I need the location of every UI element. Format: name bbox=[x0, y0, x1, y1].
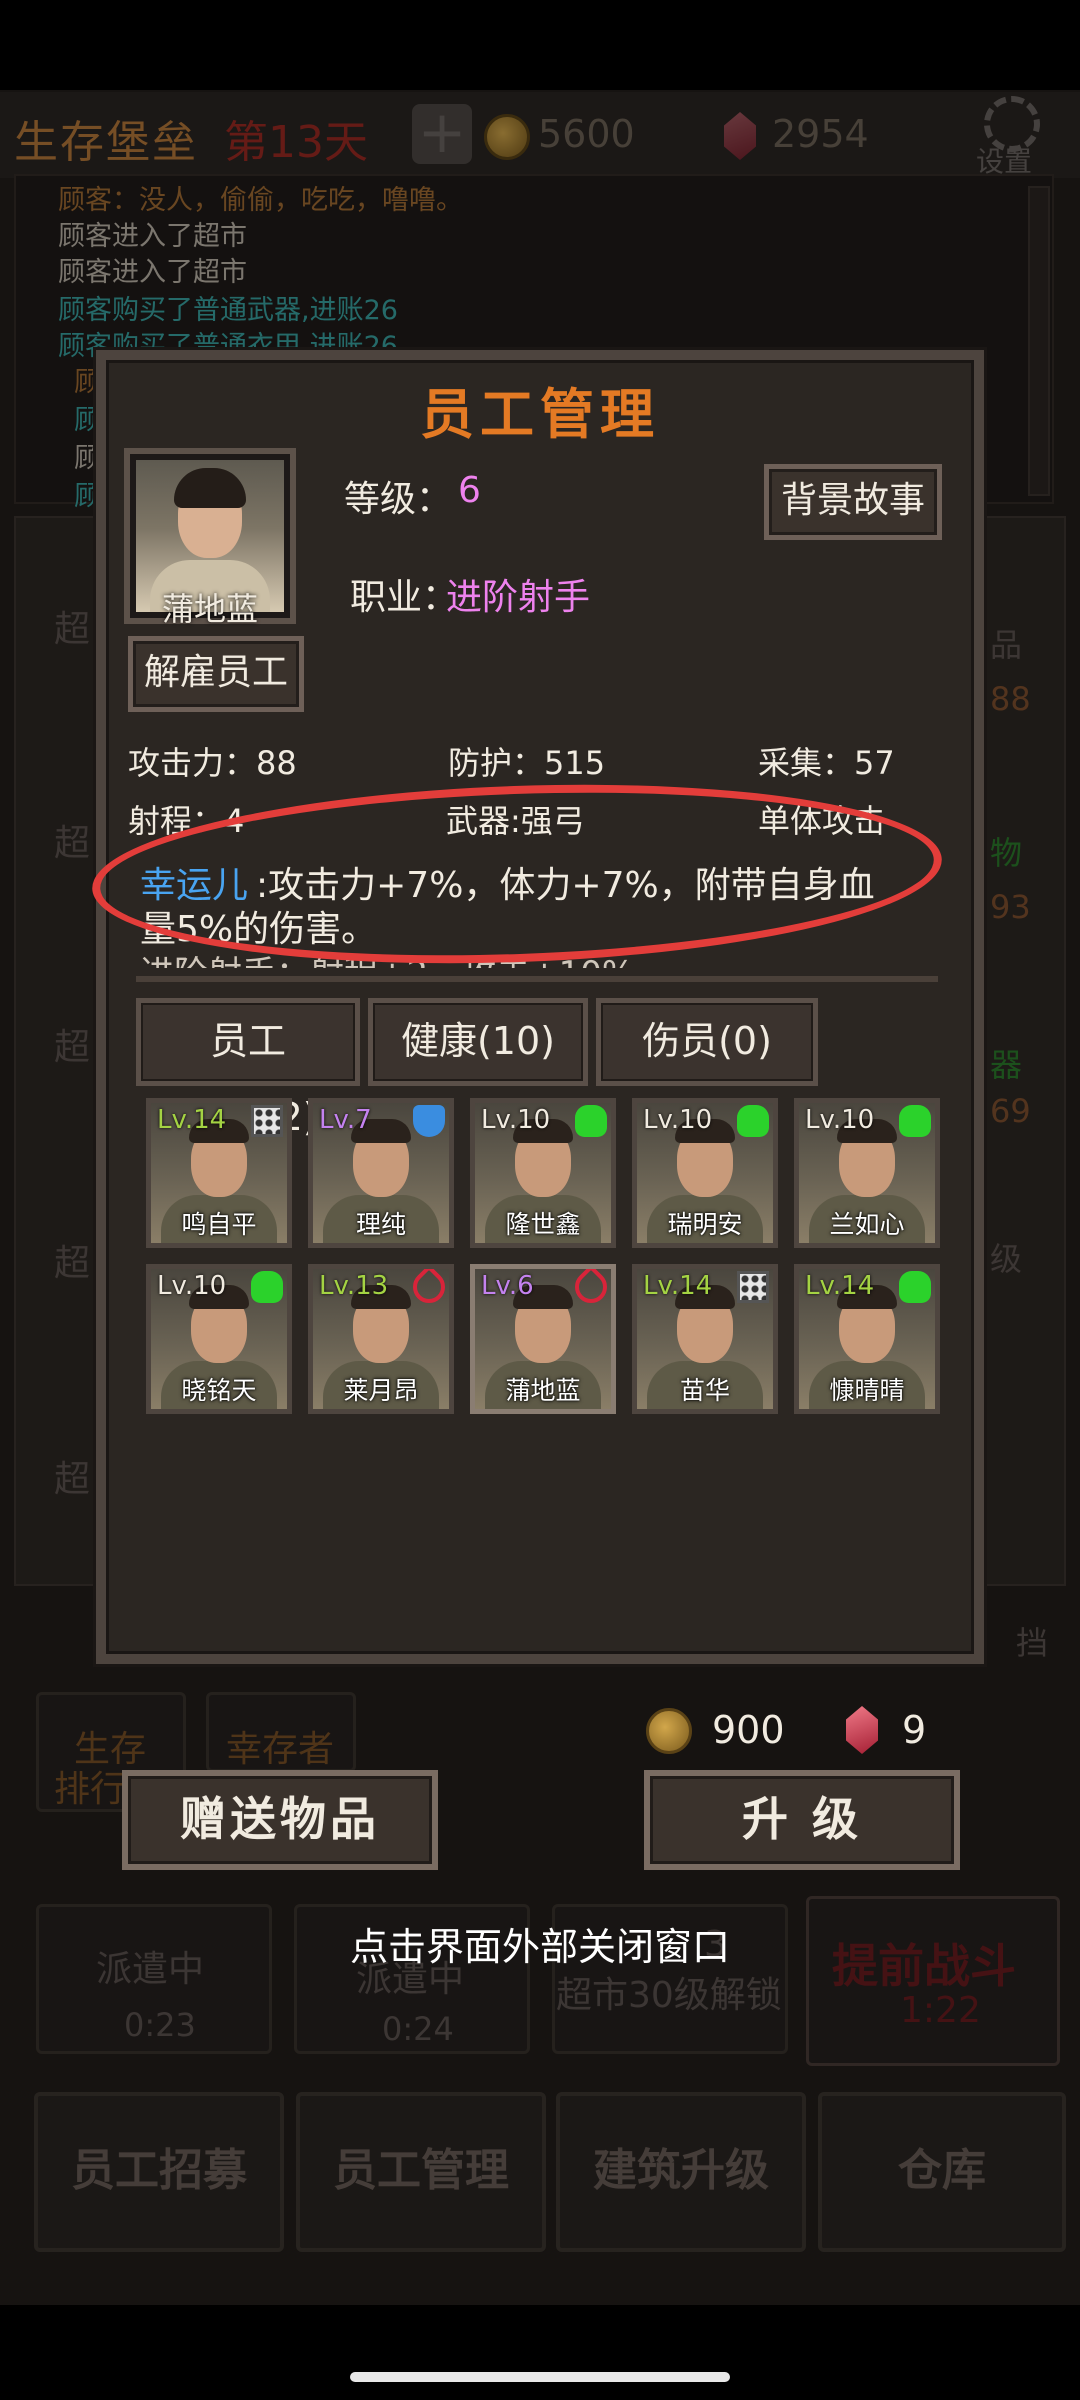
employee-card[interactable]: Lv.13 莱月昂 bbox=[308, 1264, 454, 1414]
employee-level: Lv.14 bbox=[643, 1271, 713, 1301]
employee-card[interactable]: Lv.14 鸣自平 bbox=[146, 1098, 292, 1248]
employee-level: Lv.7 bbox=[319, 1105, 372, 1135]
employee-card[interactable]: Lv.10 晓铭天 bbox=[146, 1264, 292, 1414]
employee-name: 苗华 bbox=[679, 1376, 730, 1405]
hand-icon bbox=[575, 1105, 607, 1137]
level-label: 等级： bbox=[344, 479, 453, 520]
gather-stat: 采集：57 bbox=[758, 744, 895, 782]
level-value: 6 bbox=[458, 470, 481, 511]
employee-level: Lv.10 bbox=[157, 1271, 227, 1301]
employee-name: 兰如心 bbox=[829, 1210, 905, 1239]
fire-employee-button[interactable]: 解雇员工 bbox=[128, 636, 304, 712]
employee-name: 隆世鑫 bbox=[505, 1210, 581, 1239]
upgrade-gem-cost: 9 bbox=[902, 1708, 927, 1752]
employee-level: Lv.14 bbox=[157, 1105, 227, 1135]
upgrade-coin-cost: 900 bbox=[712, 1708, 785, 1752]
job-value: 进阶射手 bbox=[446, 577, 591, 618]
employee-card[interactable]: Lv.10 瑞明安 bbox=[632, 1098, 778, 1248]
home-indicator[interactable] bbox=[350, 2372, 730, 2382]
employee-card[interactable]: Lv.14 慷晴晴 bbox=[794, 1264, 940, 1414]
employee-name: 晓铭天 bbox=[181, 1376, 257, 1405]
tab-injured[interactable]: 伤员(0) bbox=[596, 998, 818, 1086]
tab-employees[interactable]: 员工(10/12) bbox=[136, 998, 360, 1139]
employee-card[interactable]: Lv.7 理纯 bbox=[308, 1098, 454, 1248]
employee-level: Lv.13 bbox=[319, 1271, 389, 1301]
employee-name: 瑞明安 bbox=[667, 1210, 743, 1239]
employee-name: 鸣自平 bbox=[181, 1210, 257, 1239]
employee-card[interactable]: Lv.6 蒲地蓝 bbox=[470, 1264, 616, 1414]
employee-card[interactable]: Lv.10 隆世鑫 bbox=[470, 1098, 616, 1248]
employee-level: Lv.10 bbox=[481, 1105, 551, 1135]
job-label: 职业： bbox=[350, 577, 459, 618]
coin-icon bbox=[646, 1708, 692, 1754]
employee-name: 理纯 bbox=[355, 1210, 406, 1239]
employee-name: 慷晴晴 bbox=[829, 1376, 905, 1405]
shield-icon bbox=[413, 1105, 445, 1137]
hand-icon bbox=[251, 1271, 283, 1303]
close-hint: 点击界面外部关闭窗口 bbox=[349, 1925, 730, 1969]
employee-card[interactable]: Lv.10 兰如心 bbox=[794, 1098, 940, 1248]
modal-title: 员工管理 bbox=[420, 383, 660, 446]
hand-icon bbox=[899, 1271, 931, 1303]
employee-name: 莱月昂 bbox=[343, 1376, 419, 1405]
hand-icon bbox=[737, 1105, 769, 1137]
employee-level: Lv.14 bbox=[805, 1271, 875, 1301]
employee-card[interactable]: Lv.14 苗华 bbox=[632, 1264, 778, 1414]
backstory-button[interactable]: 背景故事 bbox=[764, 464, 942, 540]
upgrade-button[interactable]: 升 级 bbox=[644, 1770, 960, 1870]
gift-button[interactable]: 赠送物品 bbox=[122, 1770, 438, 1870]
employee-level: Lv.10 bbox=[643, 1105, 713, 1135]
defense-stat: 防护：515 bbox=[448, 744, 606, 782]
employee-name: 蒲地蓝 bbox=[161, 590, 258, 628]
employee-name: 蒲地蓝 bbox=[505, 1376, 581, 1405]
dice-icon bbox=[251, 1105, 283, 1137]
tab-healthy[interactable]: 健康(10) bbox=[368, 998, 588, 1086]
hand-icon bbox=[899, 1105, 931, 1137]
employee-level: Lv.6 bbox=[481, 1271, 534, 1301]
dice-icon bbox=[737, 1271, 769, 1303]
attack-stat: 攻击力：88 bbox=[128, 744, 297, 782]
employee-level: Lv.10 bbox=[805, 1105, 875, 1135]
divider bbox=[136, 976, 938, 982]
